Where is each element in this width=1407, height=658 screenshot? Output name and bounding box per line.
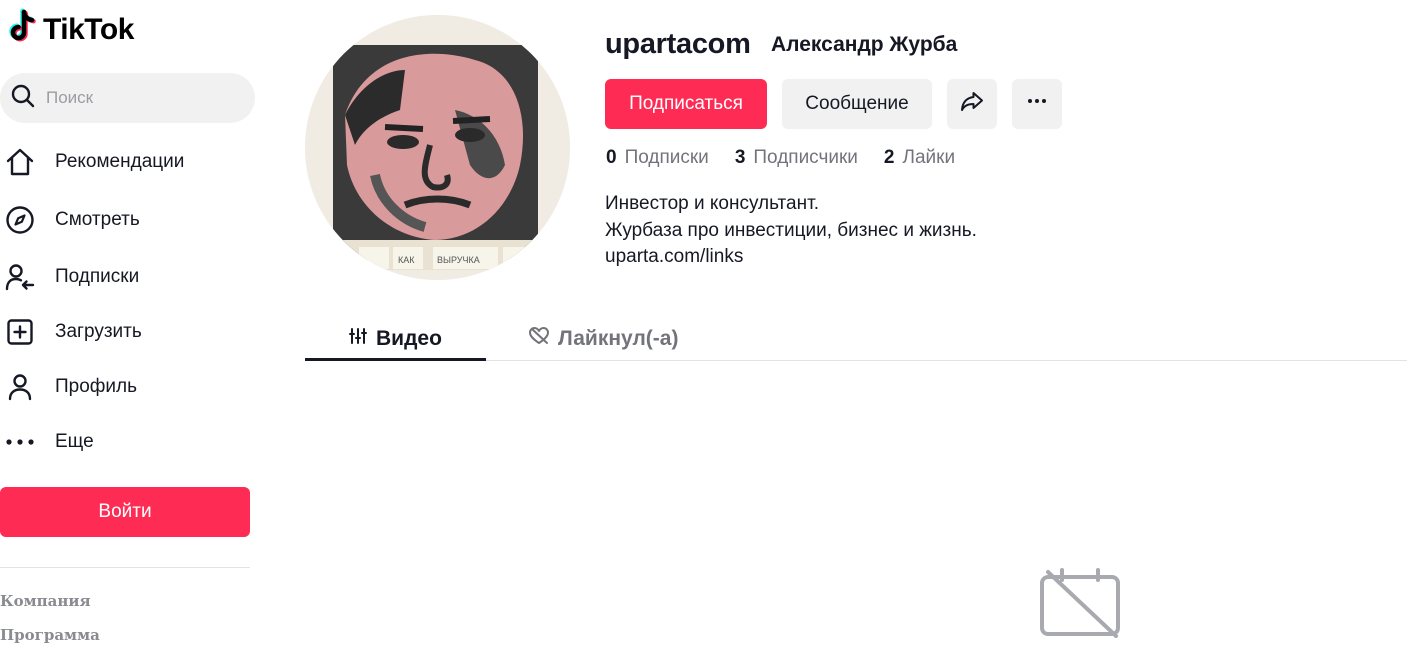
more-options-button[interactable] bbox=[1012, 79, 1062, 129]
more-dots-icon bbox=[5, 427, 35, 457]
stat-value: 0 bbox=[606, 147, 617, 168]
sidebar-item-label: Смотреть bbox=[55, 209, 140, 230]
active-tab-indicator bbox=[305, 358, 486, 361]
sidebar-item-profile[interactable]: Профиль bbox=[5, 367, 255, 407]
stat-value: 3 bbox=[734, 147, 746, 168]
footer-link-program[interactable]: Программа bbox=[0, 626, 100, 644]
search-box[interactable] bbox=[0, 73, 255, 123]
follow-button[interactable]: Подписаться bbox=[605, 79, 767, 129]
grid-bars-icon bbox=[348, 326, 376, 352]
logo-text: TikTok bbox=[43, 12, 134, 46]
profile-fullname: Александр Журба bbox=[771, 33, 958, 56]
avatar[interactable]: КАК ВЫРУЧКА bbox=[305, 15, 570, 280]
login-button[interactable]: Войти bbox=[0, 487, 250, 537]
tiktok-note-icon bbox=[4, 8, 40, 51]
profile-stats: 0 Подписки 3 Подписчики 2 Лайки bbox=[606, 147, 981, 169]
compass-icon bbox=[5, 205, 35, 235]
sidebar-item-following[interactable]: Подписки bbox=[5, 257, 255, 297]
sidebar-item-explore[interactable]: Смотреть bbox=[5, 200, 255, 240]
bio-link[interactable]: uparta.com/links bbox=[605, 244, 977, 271]
tab-label: Видео bbox=[376, 327, 442, 350]
share-button[interactable] bbox=[947, 79, 997, 129]
stat-likes: 2 Лайки bbox=[884, 147, 955, 169]
profile-user-icon bbox=[5, 372, 35, 402]
sidebar-item-label: Рекомендации bbox=[55, 151, 185, 172]
share-arrow-icon bbox=[960, 89, 984, 119]
sidebar-item-label: Загрузить bbox=[55, 321, 142, 342]
bio-line: Журбаза про инвестиции, бизнес и жизнь. bbox=[605, 219, 977, 241]
stat-label: Лайки bbox=[902, 147, 956, 168]
footer-link-company[interactable]: Компания bbox=[0, 592, 91, 610]
sidebar-divider bbox=[0, 567, 250, 568]
profile-username: upartacom bbox=[605, 28, 751, 60]
tab-videos[interactable]: Видео bbox=[348, 318, 442, 360]
sidebar-item-label: Профиль bbox=[55, 376, 138, 397]
tab-label: Лайкнул(-а) bbox=[558, 327, 679, 350]
hidden-heart-icon bbox=[528, 326, 558, 352]
sidebar-item-upload[interactable]: Загрузить bbox=[5, 312, 255, 352]
stat-label: Подписчики bbox=[753, 147, 858, 168]
sidebar: TikTok Рекомендации Смотреть Подписки bbox=[0, 0, 260, 658]
following-user-icon bbox=[5, 262, 35, 292]
sidebar-item-more[interactable]: Еще bbox=[5, 422, 255, 462]
sidebar-item-recommendations[interactable]: Рекомендации bbox=[5, 142, 255, 182]
upload-plus-icon bbox=[5, 317, 35, 347]
stat-followers[interactable]: 3 Подписчики bbox=[735, 147, 858, 169]
stat-following[interactable]: 0 Подписки bbox=[606, 147, 709, 169]
search-icon bbox=[10, 83, 36, 114]
home-icon bbox=[5, 147, 35, 177]
stat-value: 2 bbox=[883, 147, 895, 168]
tab-liked[interactable]: Лайкнул(-а) bbox=[528, 318, 678, 360]
bio-line: Инвестор и консультант. bbox=[605, 193, 819, 214]
search-input[interactable] bbox=[46, 88, 246, 108]
tiktok-logo[interactable]: TikTok bbox=[4, 8, 134, 51]
message-button[interactable]: Сообщение bbox=[782, 79, 932, 129]
sidebar-item-label: Подписки bbox=[55, 266, 140, 287]
avatar-caption: КАК bbox=[398, 255, 415, 265]
sidebar-item-label: Еще bbox=[55, 431, 94, 452]
profile-bio: Инвестор и консультант. Журбаза про инве… bbox=[605, 191, 977, 271]
no-content-icon bbox=[1040, 568, 1120, 643]
avatar-caption: ВЫРУЧКА bbox=[437, 255, 480, 265]
tiktok-profile-page: TikTok Рекомендации Смотреть Подписки bbox=[0, 0, 1407, 658]
stat-label: Подписки bbox=[624, 147, 709, 168]
more-dots-icon bbox=[1025, 89, 1049, 119]
